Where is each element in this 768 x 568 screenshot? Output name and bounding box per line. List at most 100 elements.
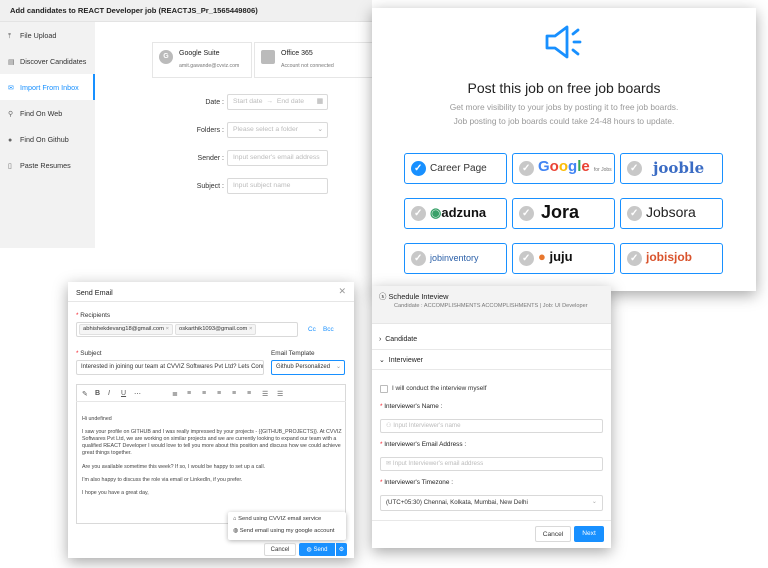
numbered-list-icon[interactable]: ☰ bbox=[277, 390, 283, 398]
recipient-tag[interactable]: oskarthik1093@gmail.com × bbox=[175, 324, 257, 335]
check-icon bbox=[411, 206, 426, 221]
date-label: Date : bbox=[205, 99, 224, 106]
font-size-icon[interactable]: ⋯ bbox=[134, 390, 141, 398]
board-jooble[interactable]: jooble bbox=[620, 153, 723, 184]
template-label: Email Template bbox=[271, 350, 315, 357]
timezone-select[interactable]: (UTC+05:30) Chennai, Kolkata, Mumbai, Ne… bbox=[380, 495, 603, 511]
sidebar-item-find-on-web[interactable]: ⚲ Find On Web bbox=[0, 100, 95, 126]
sidebar-item-import-from-inbox[interactable]: ✉ Import From Inbox bbox=[0, 74, 95, 100]
send-options-menu: ⌂ Send using CVVIZ email service ◍ Send … bbox=[228, 512, 346, 540]
send-options-toggle[interactable]: ⚙ bbox=[336, 543, 347, 556]
folders-select[interactable]: Please select a folder ⌄ bbox=[227, 122, 328, 138]
email-paragraph: Are you available sometime this week? If… bbox=[82, 464, 266, 470]
board-adzuna[interactable]: ◉adzuna bbox=[404, 198, 507, 229]
send-option-cvviz[interactable]: ⌂ Send using CVVIZ email service bbox=[233, 516, 321, 522]
check-icon bbox=[519, 206, 534, 221]
bullet-list-icon[interactable]: ☰ bbox=[262, 390, 268, 398]
account-detail: amit.gawande@cvviz.com bbox=[179, 63, 240, 69]
cancel-button[interactable]: Cancel bbox=[535, 526, 571, 542]
google-suite-account-card[interactable]: G Google Suite amit.gawande@cvviz.com bbox=[152, 42, 252, 78]
board-jobisjob[interactable]: jobisjob bbox=[620, 243, 723, 274]
close-icon[interactable]: × bbox=[166, 326, 169, 332]
board-career-page[interactable]: Career Page bbox=[404, 153, 507, 184]
sidebar-item-paste-resumes[interactable]: ▯ Paste Resumes bbox=[0, 152, 95, 178]
sender-label: Sender : bbox=[197, 155, 224, 162]
close-icon[interactable]: ✕ bbox=[338, 286, 346, 297]
subject-input[interactable]: Interested in joining our team at CVVIZ … bbox=[76, 360, 264, 375]
justify-icon[interactable]: ≡ bbox=[217, 390, 221, 397]
interviewer-name-input[interactable]: ⚇ Input Interviewer's name bbox=[380, 419, 603, 433]
bcc-link[interactable]: Bcc bbox=[323, 326, 334, 333]
send-button[interactable]: ◍ Send bbox=[299, 543, 335, 556]
cancel-button[interactable]: Cancel bbox=[264, 543, 296, 556]
interviewer-timezone-label: * Interviewer's Timezone : bbox=[380, 479, 453, 486]
send-option-google[interactable]: ◍ Send email using my google account bbox=[233, 528, 334, 534]
sidebar-item-find-on-github[interactable]: ● Find On Github bbox=[0, 126, 95, 152]
google-logo: Google for Jobs bbox=[538, 158, 612, 175]
align-right-icon[interactable]: ≡ bbox=[202, 390, 206, 397]
align-center-icon[interactable]: ≡ bbox=[187, 390, 191, 397]
chevron-down-icon: ⌄ bbox=[317, 126, 323, 133]
subject-label: Subject : bbox=[196, 183, 224, 190]
align-left-icon[interactable]: ≣ bbox=[172, 390, 178, 398]
sidebar-item-file-upload[interactable]: ⤒ File Upload bbox=[0, 22, 95, 48]
google-icon: G bbox=[159, 50, 173, 64]
add-candidates-panel: Add candidates to REACT Developer job (R… bbox=[0, 0, 372, 248]
board-jobinventory[interactable]: jobinventory bbox=[404, 243, 507, 274]
chevron-down-icon: ⌄ bbox=[335, 364, 341, 370]
board-jobsora[interactable]: Jobsora bbox=[620, 198, 723, 229]
italic-icon[interactable]: I bbox=[108, 390, 110, 397]
schedule-subtitle: Candidate : ACCOMPLISHMENTS ACCOMPLISHME… bbox=[394, 303, 588, 309]
underline-icon[interactable]: U bbox=[121, 390, 126, 397]
check-icon bbox=[411, 251, 426, 266]
check-icon bbox=[519, 251, 534, 266]
interviewer-section-header[interactable]: ⌄ Interviewer bbox=[372, 350, 611, 370]
megaphone-icon bbox=[545, 25, 582, 59]
board-juju[interactable]: ● juju bbox=[512, 243, 615, 274]
editor-toolbar bbox=[76, 384, 346, 402]
recipient-tag[interactable]: abhishekdevang18@gmail.com × bbox=[79, 324, 173, 335]
chevron-down-icon: ⌄ bbox=[591, 498, 597, 505]
indent-icon[interactable]: ≡ bbox=[232, 390, 236, 397]
check-icon bbox=[411, 161, 426, 176]
self-interview-checkbox[interactable] bbox=[380, 385, 388, 393]
email-greeting: Hi undefined bbox=[82, 416, 112, 422]
next-button[interactable]: Next bbox=[574, 526, 604, 542]
template-select[interactable]: Github Personalized ⌄ bbox=[271, 360, 345, 375]
close-icon[interactable]: × bbox=[249, 326, 252, 332]
check-icon bbox=[519, 161, 534, 176]
sidebar-item-discover-candidates[interactable]: ▤ Discover Candidates bbox=[0, 48, 95, 74]
board-google-for-jobs[interactable]: Google for Jobs bbox=[512, 153, 615, 184]
mail-icon: ✉ bbox=[8, 85, 14, 92]
github-icon: ● bbox=[8, 137, 13, 144]
office-icon bbox=[261, 50, 275, 64]
office-365-account-card[interactable]: Office 365 Account not connected bbox=[254, 42, 372, 78]
bold-icon[interactable]: B bbox=[95, 390, 100, 397]
outdent-icon[interactable]: ≡ bbox=[247, 390, 251, 397]
paint-icon[interactable]: ✎ bbox=[82, 390, 88, 398]
add-candidates-title: Add candidates to REACT Developer job (R… bbox=[0, 0, 372, 22]
board-jora[interactable]: Jora bbox=[512, 198, 615, 229]
post-job-subtitle: Get more visibility to your jobs by post… bbox=[449, 102, 679, 126]
candidate-section-header[interactable]: › Candidate bbox=[372, 330, 611, 350]
subject-label: * Subject bbox=[76, 350, 102, 357]
interviewer-email-input[interactable]: ✉ Input Interviewer's email address bbox=[380, 457, 603, 471]
footer-divider bbox=[372, 520, 611, 521]
check-icon bbox=[627, 251, 642, 266]
subject-input[interactable]: Input subject name bbox=[227, 178, 328, 194]
post-job-title: Post this job on free job boards bbox=[467, 80, 661, 96]
email-signoff: I hope you have a great day, bbox=[82, 490, 149, 496]
user-icon: ⚇ bbox=[386, 422, 392, 429]
check-icon bbox=[627, 206, 642, 221]
account-detail: Account not connected bbox=[281, 63, 334, 69]
upload-icon: ⤒ bbox=[8, 33, 12, 40]
adzuna-logo-icon: ◉ bbox=[430, 205, 442, 220]
sender-input[interactable]: Input sender's email address bbox=[227, 150, 328, 166]
interviewer-name-label: * Interviewer's Name : bbox=[380, 403, 443, 410]
cc-link[interactable]: Cc bbox=[308, 326, 316, 333]
date-range-input[interactable]: Start date → End date ▦ bbox=[227, 94, 328, 110]
folders-label: Folders : bbox=[196, 127, 224, 134]
paste-icon: ▯ bbox=[8, 163, 12, 170]
schedule-interview-dialog: ⓢ Schedule Inteview Candidate : ACCOMPLI… bbox=[372, 286, 611, 548]
document-icon: ▤ bbox=[8, 59, 15, 66]
